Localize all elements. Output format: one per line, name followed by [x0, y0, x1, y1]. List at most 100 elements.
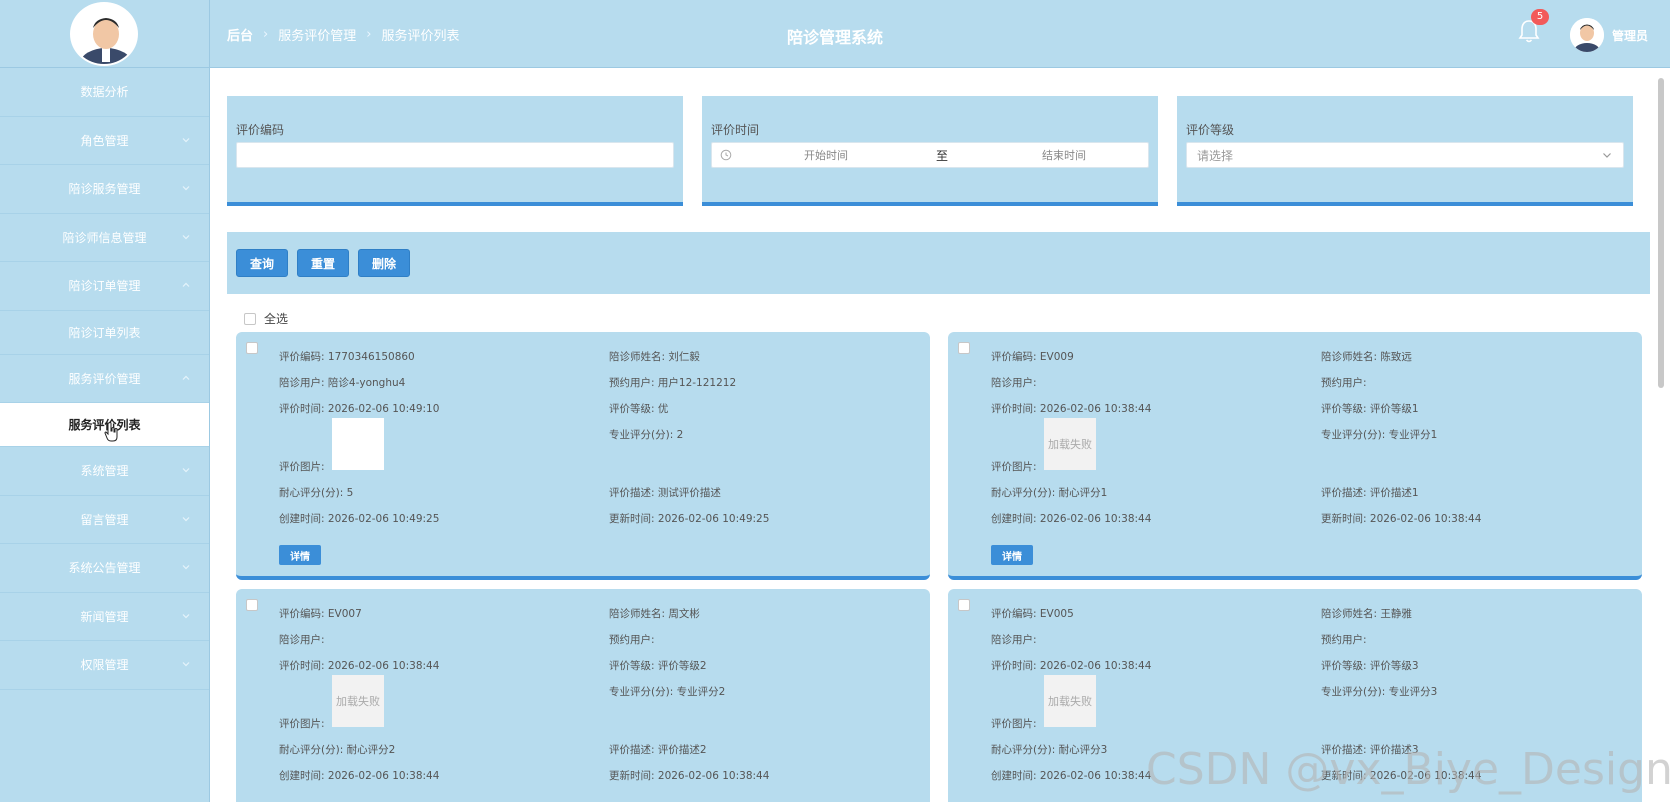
- field-time: 评价时间: 2026-02-06 10:49:10: [279, 401, 439, 416]
- field-label: 评价等级:: [609, 403, 655, 415]
- sidebar-item-label: 新闻管理: [80, 609, 129, 624]
- field-updated: 更新时间: 2026-02-06 10:49:25: [609, 511, 769, 526]
- field-code: 评价编码: 1770346150860: [279, 349, 415, 364]
- field-value: 评价等级1: [1369, 403, 1419, 415]
- field-label: 评价编码:: [991, 351, 1037, 363]
- field-value: EV005: [1039, 608, 1074, 620]
- review-image-failed[interactable]: 加载失败: [1044, 675, 1096, 727]
- card-checkbox[interactable]: [246, 599, 258, 611]
- chevron-down-icon: [182, 137, 190, 142]
- start-time-placeholder[interactable]: 开始时间: [804, 147, 848, 163]
- chevron-down-icon: [182, 468, 190, 473]
- field-label: 陪诊用户:: [279, 634, 325, 646]
- field-label: 专业评分(分):: [609, 429, 674, 441]
- chevron-right-icon: ›: [366, 27, 372, 42]
- breadcrumb-review-mgmt[interactable]: 服务评价管理: [278, 25, 356, 44]
- filter-level-panel: 评价等级 请选择: [1177, 96, 1633, 206]
- sidebar-item-system-mgmt[interactable]: 系统管理: [0, 447, 209, 496]
- field-value: 评价描述1: [1369, 487, 1419, 499]
- field-desc: 评价描述: 评价描述2: [609, 742, 707, 757]
- chevron-down-icon: [182, 516, 190, 521]
- field-value: 2026-02-06 10:38:44: [1039, 770, 1152, 782]
- field-label: 陪诊用户:: [991, 377, 1037, 389]
- field-label: 评价等级:: [1321, 660, 1367, 672]
- field-patience: 耐心评分(分): 耐心评分2: [279, 742, 395, 757]
- sidebar-item-label: 权限管理: [80, 658, 129, 673]
- sidebar-item-order-list[interactable]: 陪诊订单列表: [0, 311, 209, 355]
- sidebar-item-label: 陪诊订单列表: [68, 325, 141, 340]
- field-value: 评价描述3: [1369, 744, 1419, 756]
- card-checkbox[interactable]: [958, 599, 970, 611]
- select-all[interactable]: 全选: [244, 310, 288, 327]
- field-label: 创建时间:: [279, 770, 325, 782]
- date-range-picker[interactable]: 开始时间 至 结束时间: [711, 142, 1149, 168]
- breadcrumb: 后台 › 服务评价管理 › 服务评价列表: [227, 25, 459, 44]
- field-created: 创建时间: 2026-02-06 10:38:44: [991, 768, 1151, 783]
- field-label: 创建时间:: [991, 770, 1037, 782]
- field-level: 评价等级: 评价等级1: [1321, 401, 1419, 416]
- review-image-failed[interactable]: 加载失败: [1044, 418, 1096, 470]
- reset-button[interactable]: 重置: [297, 249, 349, 277]
- review-image[interactable]: [332, 418, 384, 470]
- vertical-scrollbar[interactable]: [1658, 78, 1664, 388]
- sidebar-item-escort-info-mgmt[interactable]: 陪诊师信息管理: [0, 214, 209, 262]
- user-menu[interactable]: 管理员: [1570, 18, 1648, 52]
- sidebar-item-news-mgmt[interactable]: 新闻管理: [0, 593, 209, 641]
- sidebar-item-order-mgmt[interactable]: 陪诊订单管理: [0, 262, 209, 311]
- field-value: EV007: [327, 608, 362, 620]
- field-label: 评价编码:: [279, 351, 325, 363]
- field-label: 专业评分(分):: [1321, 429, 1386, 441]
- field-label: 评价编码:: [991, 608, 1037, 620]
- sidebar-item-service-mgmt[interactable]: 陪诊服务管理: [0, 165, 209, 214]
- review-image-failed[interactable]: 加载失败: [332, 675, 384, 727]
- detail-button[interactable]: 详情: [991, 545, 1033, 565]
- field-label: 陪诊师姓名:: [609, 351, 666, 363]
- sidebar-item-permission-mgmt[interactable]: 权限管理: [0, 641, 209, 690]
- review-card: 评价编码: 1770346150860 陪诊师姓名: 刘仁毅 陪诊用户: 陪诊4…: [236, 332, 930, 580]
- field-image-label: 评价图片:: [279, 461, 325, 473]
- sidebar-item-label: 陪诊师信息管理: [62, 230, 147, 245]
- field-value: 5: [346, 487, 354, 499]
- sidebar-item-notice-mgmt[interactable]: 系统公告管理: [0, 544, 209, 593]
- sidebar-item-label: 系统公告管理: [68, 561, 141, 576]
- card-checkbox[interactable]: [246, 342, 258, 354]
- sidebar-item-label: 服务评价管理: [68, 371, 141, 386]
- field-value: 王静雅: [1380, 608, 1412, 620]
- sidebar-item-data-analysis[interactable]: 数据分析: [0, 68, 209, 117]
- breadcrumb-home[interactable]: 后台: [227, 25, 253, 44]
- field-value: 评价等级2: [657, 660, 707, 672]
- delete-button[interactable]: 删除: [358, 249, 410, 277]
- sidebar-item-message-mgmt[interactable]: 留言管理: [0, 496, 209, 544]
- field-created: 创建时间: 2026-02-06 10:38:44: [991, 511, 1151, 526]
- field-book-user: 预约用户:: [1321, 375, 1367, 390]
- field-label: 耐心评分(分):: [991, 744, 1056, 756]
- detail-button[interactable]: 详情: [279, 545, 321, 565]
- field-book-user: 预约用户:: [609, 632, 655, 647]
- end-time-placeholder[interactable]: 结束时间: [1042, 147, 1086, 163]
- card-checkbox[interactable]: [958, 342, 970, 354]
- chevron-down-icon: [182, 565, 190, 570]
- level-select[interactable]: 请选择: [1186, 142, 1624, 168]
- sidebar-item-review-mgmt[interactable]: 服务评价管理: [0, 355, 209, 403]
- field-label: 更新时间:: [1321, 770, 1367, 782]
- field-value: 2026-02-06 10:38:44: [327, 770, 440, 782]
- field-value: 专业评分3: [1388, 686, 1438, 698]
- field-label: 更新时间:: [609, 513, 655, 525]
- field-level: 评价等级: 评价等级3: [1321, 658, 1419, 673]
- query-button[interactable]: 查询: [236, 249, 288, 277]
- sidebar-item-label: 留言管理: [80, 512, 129, 527]
- field-value: 陪诊4-yonghu4: [327, 377, 406, 389]
- field-value: EV009: [1039, 351, 1074, 363]
- field-image-label: 评价图片:: [991, 461, 1037, 473]
- field-label: 评价等级:: [609, 660, 655, 672]
- field-value: 2026-02-06 10:38:44: [1039, 403, 1152, 415]
- notification-badge: 5: [1531, 9, 1549, 25]
- review-code-input[interactable]: [236, 142, 674, 168]
- field-image-label: 评价图片:: [279, 718, 325, 730]
- field-label: 评价描述:: [1321, 744, 1367, 756]
- field-label: 预约用户:: [609, 377, 655, 389]
- sidebar-item-role-mgmt[interactable]: 角色管理: [0, 117, 209, 165]
- select-all-checkbox[interactable]: [244, 312, 256, 325]
- field-professional: 专业评分(分): 专业评分1: [1321, 427, 1437, 442]
- field-label: 陪诊师姓名:: [609, 608, 666, 620]
